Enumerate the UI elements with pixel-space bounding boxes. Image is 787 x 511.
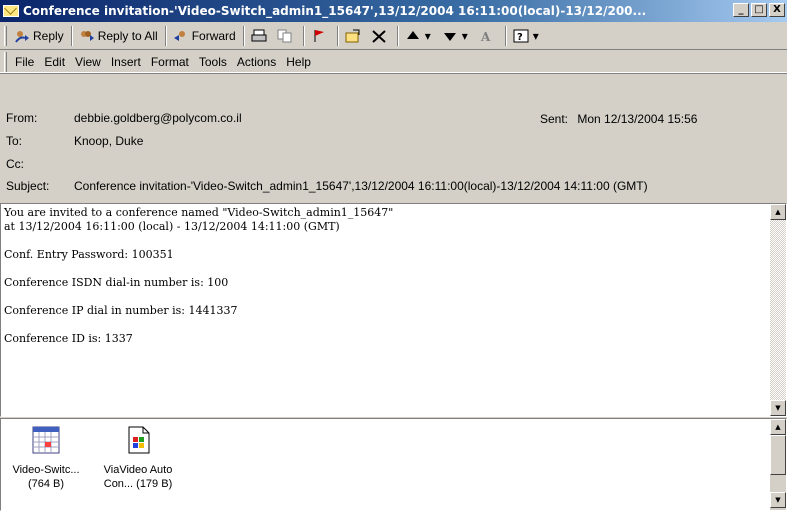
close-button[interactable]: X: [769, 3, 785, 17]
attachment-size: (764 B): [27, 478, 65, 490]
reply-button[interactable]: Reply: [11, 25, 67, 47]
reply-label: Reply: [33, 28, 64, 43]
copy-icon: [277, 29, 293, 43]
scroll-down-button[interactable]: ▼: [770, 400, 786, 416]
flag-button[interactable]: [308, 25, 333, 47]
ip-line: Conference IP dial in number is: 1441337: [4, 304, 238, 317]
reply-all-label: Reply to All: [97, 28, 158, 43]
toolbar-separator: [504, 25, 507, 46]
flag-icon: [311, 29, 327, 43]
chevron-down-icon: ▾: [424, 28, 431, 43]
menu-actions[interactable]: Actions: [233, 55, 280, 69]
window-title: Conference invitation-'Video-Switch_admi…: [23, 4, 647, 18]
menu-view[interactable]: View: [71, 55, 105, 69]
to-label: To:: [6, 134, 23, 148]
arrow-down-icon: [442, 29, 458, 43]
toolbar-separator: [336, 25, 339, 46]
print-button[interactable]: [248, 25, 273, 47]
toolbar-separator: [302, 25, 305, 46]
envelope-icon: [3, 5, 19, 17]
isdn-line: Conference ISDN dial-in number is: 100: [4, 276, 229, 289]
scroll-thumb[interactable]: [770, 435, 786, 475]
menu-file[interactable]: File: [11, 55, 38, 69]
delete-icon: [371, 29, 387, 43]
help-button[interactable]: ? ▾: [510, 25, 546, 47]
help-icon: ?: [513, 29, 529, 43]
chevron-down-icon: ▾: [532, 28, 539, 43]
move-to-folder-button[interactable]: [342, 25, 367, 47]
title-bar: Conference invitation-'Video-Switch_admi…: [0, 0, 787, 22]
document-icon: [122, 425, 154, 455]
attachment-document[interactable]: ViaVideo Auto Con... (179 B): [95, 425, 181, 491]
menu-insert[interactable]: Insert: [107, 55, 145, 69]
password-line: Conf. Entry Password: 100351: [4, 248, 174, 261]
toolbar-grip[interactable]: [4, 25, 7, 46]
svg-text:A: A: [480, 30, 491, 43]
maximize-button[interactable]: □: [751, 3, 767, 17]
address-book-button[interactable]: A: [476, 25, 501, 47]
previous-item-button[interactable]: ▾: [402, 25, 438, 47]
delete-button[interactable]: [368, 25, 393, 47]
toolbar-separator: [164, 25, 167, 46]
attachment-pane: Video-Switc... (764 B) ViaVideo Auto Con…: [0, 418, 787, 511]
calendar-icon: [30, 425, 62, 455]
address-book-icon: A: [479, 29, 495, 43]
window-controls: _ □ X: [733, 3, 785, 17]
toolbar-separator: [70, 25, 73, 46]
attachment-scrollbar[interactable]: ▲ ▼: [770, 419, 786, 510]
forward-icon: [173, 29, 189, 43]
to-value[interactable]: Knoop, Duke: [74, 134, 143, 148]
svg-text:?: ?: [517, 32, 523, 43]
toolbar-separator: [242, 25, 245, 46]
minimize-button[interactable]: _: [733, 3, 749, 17]
chevron-down-icon: ▾: [461, 28, 468, 43]
menu-help[interactable]: Help: [282, 55, 315, 69]
reply-all-button[interactable]: Reply to All: [76, 25, 161, 47]
reply-all-icon: [79, 29, 95, 43]
subject-value: Conference invitation-'Video-Switch_admi…: [74, 179, 648, 193]
cc-row: Cc:: [6, 155, 74, 173]
menubar-grip[interactable]: [4, 51, 7, 72]
toolbar-separator: [396, 25, 399, 46]
subject-row: Subject: Conference invitation-'Video-Sw…: [6, 177, 648, 195]
cc-label: Cc:: [6, 157, 24, 171]
sent-label: Sent:: [540, 112, 569, 126]
move-folder-icon: [345, 29, 361, 43]
next-item-button[interactable]: ▾: [439, 25, 475, 47]
invite-line: You are invited to a conference named "V…: [4, 206, 394, 219]
sent-value: Mon 12/13/2004 15:56: [577, 112, 698, 126]
from-label: From:: [6, 111, 38, 125]
reply-icon: [14, 29, 30, 43]
standard-toolbar: Reply Reply to All Forward ▾ ▾ A ? ▾: [0, 22, 787, 50]
invite-time-line: at 13/12/2004 16:11:00 (local) - 13/12/2…: [4, 220, 340, 233]
forward-button[interactable]: Forward: [170, 25, 239, 47]
message-body[interactable]: You are invited to a conference named "V…: [0, 203, 787, 417]
message-text: You are invited to a conference named "V…: [4, 206, 764, 346]
conference-id-line: Conference ID is: 1337: [4, 332, 133, 345]
menu-bar: File Edit View Insert Format Tools Actio…: [0, 51, 787, 73]
attachment-name: ViaVideo Auto: [103, 464, 173, 476]
from-row: From: debbie.goldberg@polycom.co.il: [6, 109, 242, 127]
copy-button[interactable]: [274, 25, 299, 47]
message-header: From: debbie.goldberg@polycom.co.il Sent…: [0, 75, 787, 203]
sent-row: Sent: Mon 12/13/2004 15:56: [540, 112, 697, 126]
scroll-up-button[interactable]: ▲: [770, 204, 786, 220]
to-row: To: Knoop, Duke: [6, 132, 143, 150]
forward-label: Forward: [191, 28, 236, 43]
subject-label: Subject:: [6, 179, 50, 193]
scroll-up-button[interactable]: ▲: [770, 419, 786, 435]
menu-format[interactable]: Format: [147, 55, 193, 69]
attachment-calendar[interactable]: Video-Switc... (764 B): [3, 425, 89, 491]
arrow-up-icon: [405, 29, 421, 43]
menu-tools[interactable]: Tools: [195, 55, 231, 69]
from-value[interactable]: debbie.goldberg@polycom.co.il: [74, 111, 242, 125]
printer-icon: [251, 29, 267, 43]
body-scrollbar[interactable]: ▲ ▼: [770, 204, 786, 416]
attachment-size: Con... (179 B): [103, 478, 173, 490]
scroll-down-button[interactable]: ▼: [770, 492, 786, 508]
attachment-name: Video-Switc...: [12, 464, 80, 476]
menu-edit[interactable]: Edit: [40, 55, 69, 69]
